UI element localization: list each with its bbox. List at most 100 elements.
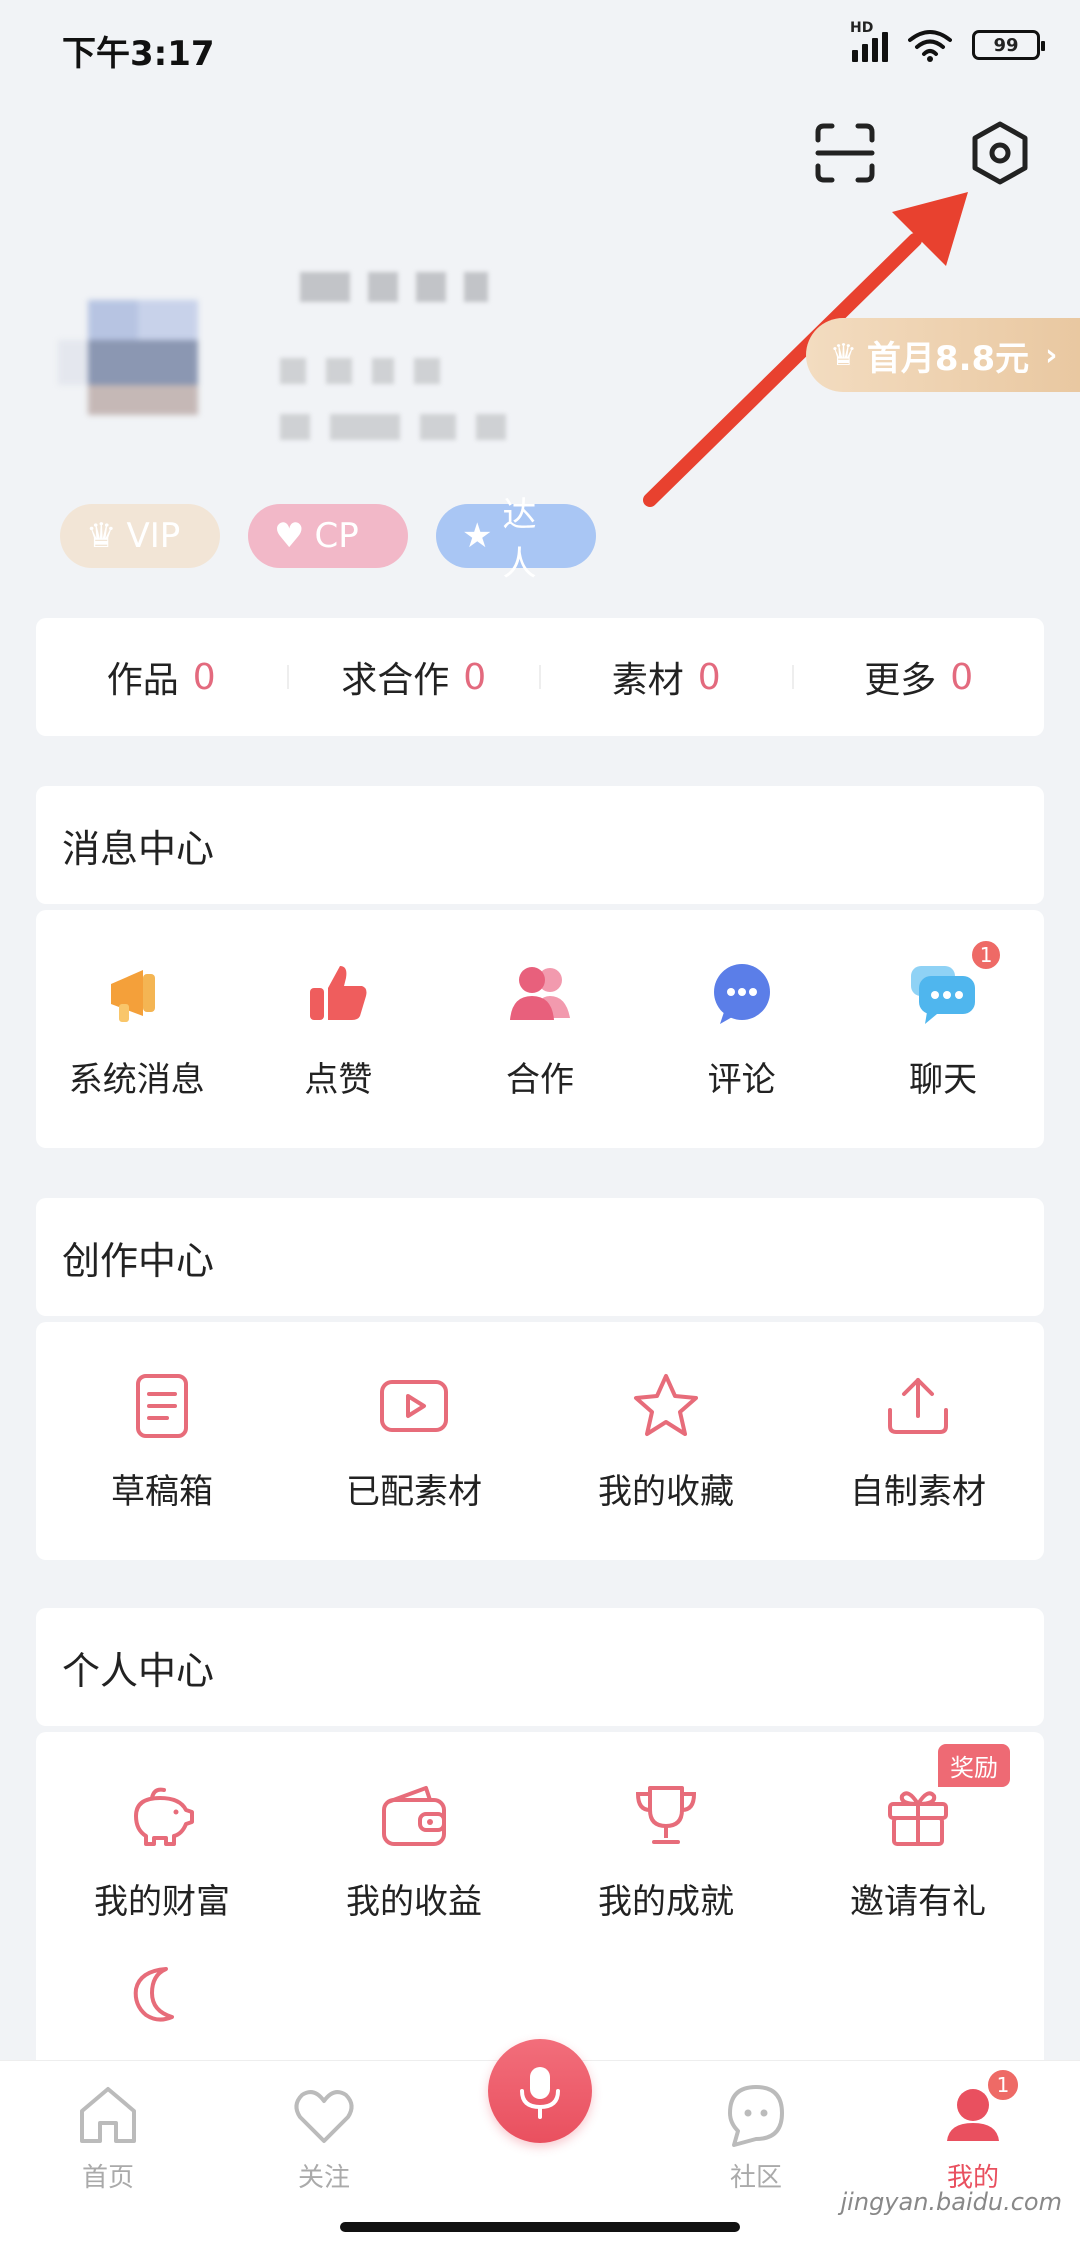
message-center-body: 系统消息 点赞 合作 评论 1 聊天 — [36, 910, 1044, 1148]
item-label: 点赞 — [304, 1060, 373, 1100]
megaphone-icon — [110, 970, 155, 1022]
nav-follow[interactable]: 关注 — [244, 2079, 404, 2194]
stat-more[interactable]: 更多 0 — [794, 651, 1045, 703]
creation-center-header: 创作中心 — [36, 1198, 1044, 1316]
moon-icon — [133, 1967, 174, 2022]
star-icon — [634, 1374, 698, 1436]
trophy-icon — [635, 1786, 697, 1844]
signal-icon: HD — [850, 20, 888, 62]
heart-icon — [294, 2090, 354, 2143]
item-label: 合作 — [505, 1060, 574, 1100]
item-label: 系统消息 — [68, 1060, 205, 1100]
home-icon — [80, 2087, 136, 2143]
wallet-icon — [382, 1786, 446, 1846]
scan-icon[interactable] — [810, 118, 880, 188]
section-title: 创作中心 — [62, 1238, 215, 1283]
nav-label: 首页 — [81, 2163, 134, 2193]
stat-count: 0 — [463, 656, 487, 698]
upload-icon — [888, 1378, 948, 1434]
drafts-button[interactable]: 草稿箱 — [36, 1366, 288, 1513]
cp-badge[interactable]: ♥ CP — [248, 504, 408, 568]
item-label: 评论 — [707, 1060, 776, 1100]
avatar[interactable] — [58, 300, 228, 430]
nav-mine[interactable]: 1 我的 — [893, 2067, 1053, 2194]
likes-button[interactable]: 点赞 — [238, 954, 440, 1101]
piggy-bank-icon — [134, 1787, 194, 1846]
video-icon — [380, 1380, 448, 1432]
system-messages-button[interactable]: 系统消息 — [36, 954, 238, 1101]
settings-icon[interactable] — [965, 118, 1035, 188]
item-label: 我的成就 — [598, 1882, 734, 1922]
vip-badge[interactable]: ♛ VIP — [60, 504, 220, 568]
nav-label: 社区 — [729, 2163, 782, 2193]
comments-button[interactable]: 评论 — [641, 954, 843, 1101]
talent-badge[interactable]: ★ 达人 — [436, 495, 596, 584]
custom-materials-button[interactable]: 自制素材 — [792, 1366, 1044, 1513]
section-title: 消息中心 — [62, 826, 215, 871]
watermark: jingyan.baidu.com — [840, 2188, 1062, 2216]
people-icon — [509, 967, 570, 1020]
reward-tag: 奖励 — [938, 1744, 1010, 1787]
stat-materials[interactable]: 素材 0 — [541, 651, 792, 703]
message-center-header: 消息中心 — [36, 786, 1044, 904]
hd-label: HD — [850, 20, 874, 36]
user-id-blurred — [280, 414, 580, 444]
stat-label: 求合作 — [341, 660, 450, 701]
night-mode-button[interactable] — [36, 1955, 288, 2035]
chat-unread-badge: 1 — [969, 938, 1004, 972]
microphone-icon — [520, 2067, 560, 2119]
star-icon: ★ — [462, 516, 493, 556]
nav-community[interactable]: 社区 — [676, 2079, 836, 2194]
vip-badge-label: VIP — [126, 516, 181, 556]
crown-icon: ♛ — [830, 337, 857, 373]
username-blurred — [300, 272, 680, 308]
heart-icon: ♥ — [274, 516, 305, 556]
record-button[interactable] — [488, 2039, 592, 2143]
nav-home[interactable]: 首页 — [28, 2079, 188, 2194]
stat-count: 0 — [697, 656, 721, 698]
nav-label: 关注 — [297, 2163, 350, 2193]
item-label: 我的财富 — [94, 1882, 230, 1922]
stat-label: 更多 — [864, 660, 937, 701]
creation-center-body: 草稿箱 已配素材 我的收藏 自制素材 — [36, 1322, 1044, 1560]
item-label: 邀请有礼 — [850, 1882, 986, 1922]
stat-works[interactable]: 作品 0 — [36, 651, 287, 703]
crown-icon: ♛ — [86, 516, 117, 556]
personal-center-header: 个人中心 — [36, 1608, 1044, 1726]
badge-row: ♛ VIP ♥ CP ★ 达人 — [60, 495, 596, 584]
status-icons: HD 99 — [850, 20, 1045, 62]
my-favorites-button[interactable]: 我的收藏 — [540, 1366, 792, 1513]
promo-label: 首月8.8元 — [866, 338, 1030, 379]
stat-label: 素材 — [611, 660, 684, 701]
status-time: 下午3:17 — [62, 34, 215, 74]
collaboration-button[interactable]: 合作 — [439, 954, 641, 1101]
wifi-icon — [908, 30, 952, 62]
bottom-nav: 首页 关注 社区 1 我的 — [0, 2039, 1080, 2248]
vip-promo-button[interactable]: ♛ 首月8.8元 › — [806, 318, 1080, 392]
cp-badge-label: CP — [314, 516, 359, 556]
matched-materials-button[interactable]: 已配素材 — [288, 1366, 540, 1513]
section-title: 个人中心 — [62, 1648, 215, 1693]
stats-card: 作品 0 求合作 0 素材 0 更多 0 — [36, 618, 1044, 736]
my-wealth-button[interactable]: 我的财富 — [36, 1776, 288, 1923]
my-earnings-button[interactable]: 我的收益 — [288, 1776, 540, 1923]
user-info-blurred — [280, 358, 580, 388]
item-label: 自制素材 — [850, 1472, 986, 1512]
thumbs-up-icon — [310, 966, 367, 1020]
chevron-right-icon: › — [1045, 337, 1058, 373]
chat-button[interactable]: 1 聊天 — [842, 938, 1044, 1101]
community-icon — [728, 2085, 784, 2147]
my-achievements-button[interactable]: 我的成就 — [540, 1776, 792, 1923]
comment-icon — [713, 964, 770, 1024]
stat-collab-requests[interactable]: 求合作 0 — [289, 651, 540, 703]
talent-badge-label: 达人 — [502, 495, 537, 584]
item-label: 草稿箱 — [111, 1472, 213, 1512]
item-label: 聊天 — [909, 1060, 978, 1100]
battery-level: 99 — [993, 34, 1019, 56]
item-label: 我的收益 — [346, 1882, 482, 1922]
mine-unread-badge: 1 — [985, 2067, 1021, 2103]
home-indicator[interactable] — [340, 2222, 740, 2232]
document-icon — [136, 1374, 188, 1438]
invite-gift-button[interactable]: 奖励 邀请有礼 — [792, 1744, 1044, 1923]
item-label: 我的收藏 — [598, 1472, 734, 1512]
